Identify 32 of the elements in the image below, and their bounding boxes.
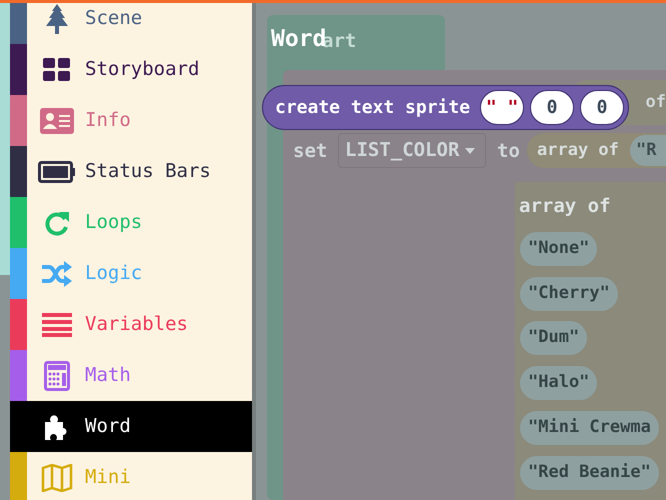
category-item[interactable]: Word [10,401,252,452]
text-pill: "Cherry" [520,277,618,311]
text-pill: "Mini Crewma [520,411,659,445]
refresh-icon [44,210,70,236]
create-text-sprite-block[interactable]: create text sprite " " 0 0 [262,85,630,130]
block-label: array of [519,194,611,219]
category-item[interactable]: Math [10,350,252,401]
text-pill: "Halo" [520,366,598,400]
list-lines-icon [42,312,72,336]
text-pill: "None" [520,232,598,266]
text-pill: "R [630,135,666,166]
block-label: create text sprite [275,96,470,120]
text-pill: "Red Beanie" [520,456,659,490]
tree-icon [44,4,70,34]
input-field[interactable]: " " [480,90,524,125]
input-field[interactable]: 0 [530,90,574,125]
id-card-icon [40,108,74,134]
map-icon [41,464,73,492]
grid-icon [43,58,71,82]
shuffle-icon [42,260,72,286]
category-item[interactable]: Status Bars [10,146,252,197]
caret-icon [465,148,476,154]
category-item[interactable]: Info [10,95,252,146]
battery-icon [38,160,76,182]
block-keyword: to [497,139,520,164]
block-keyword: set [293,139,328,164]
category-item[interactable]: Variables [10,299,252,350]
category-item[interactable]: Scene [10,3,252,44]
input-field[interactable]: 0 [580,90,624,125]
text-pill: "Dum" [520,321,588,355]
category-item[interactable]: Storyboard [10,44,252,95]
calculator-icon [44,360,70,390]
